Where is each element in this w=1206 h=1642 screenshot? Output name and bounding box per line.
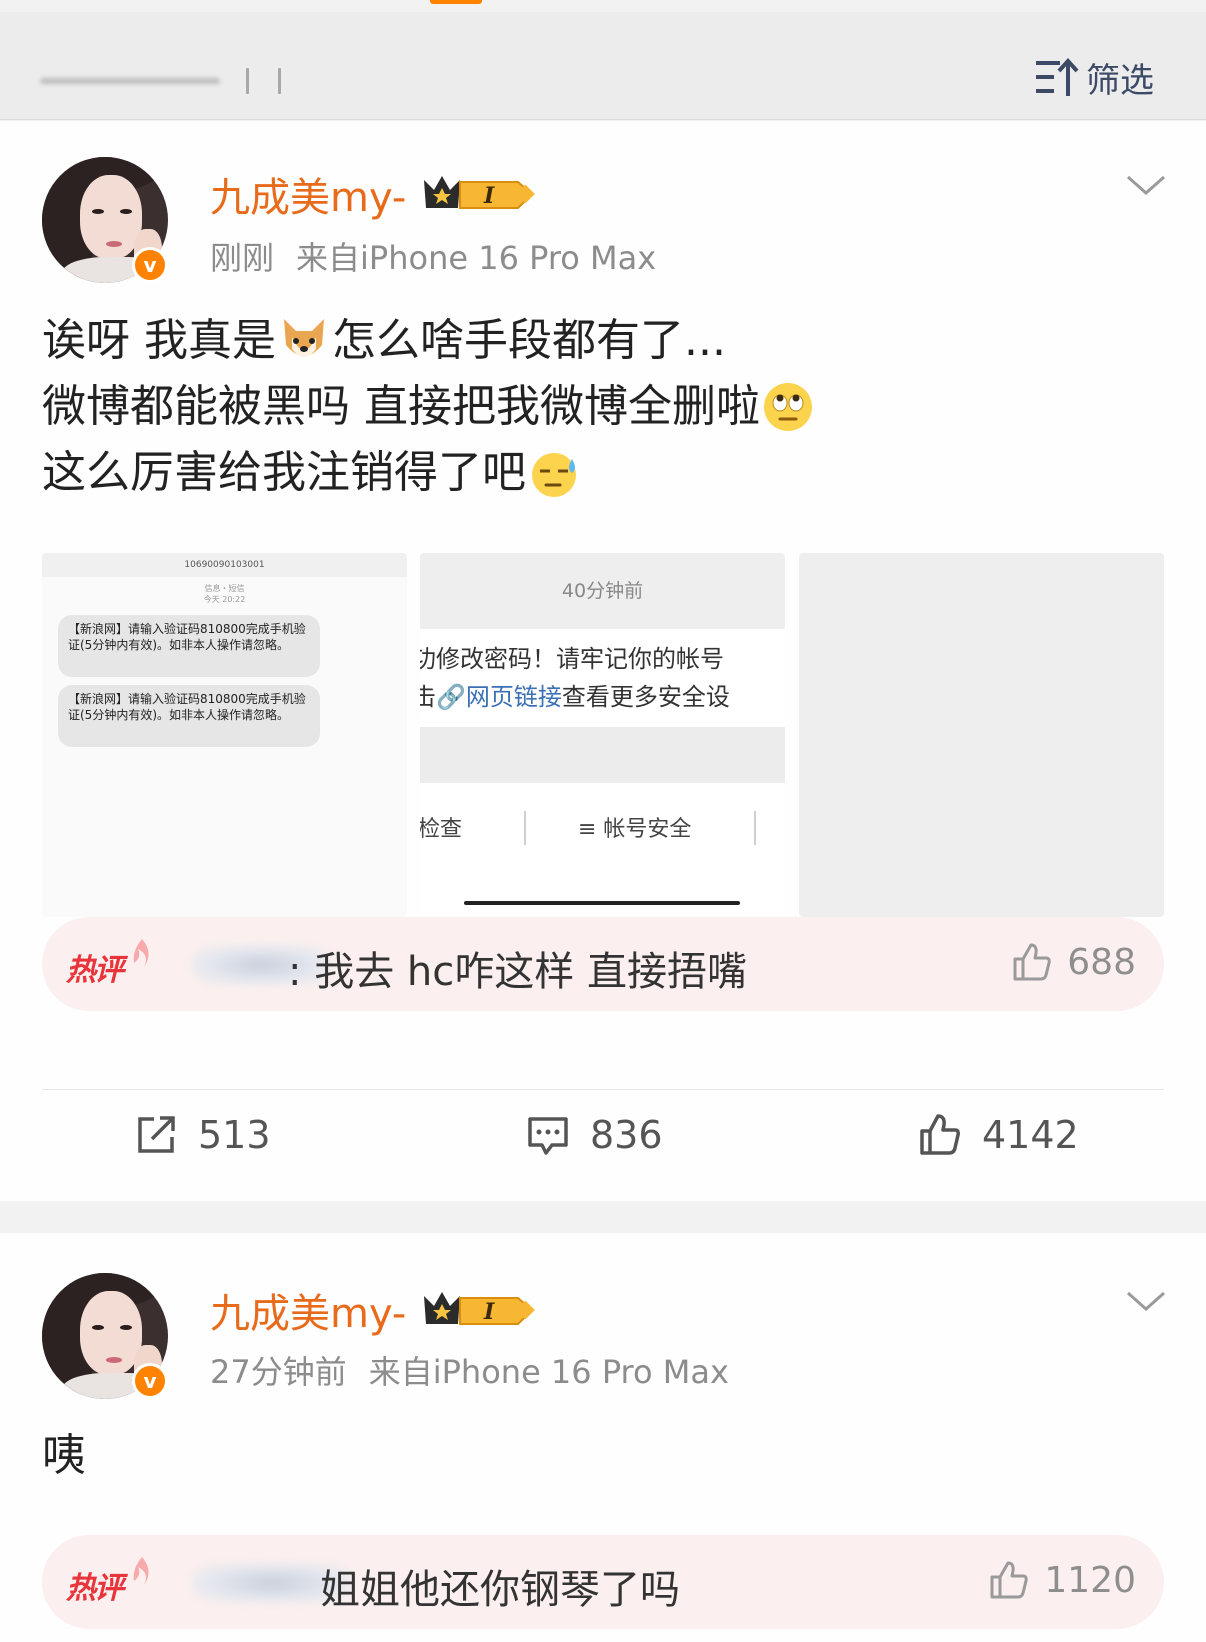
vip-crown-badge-icon: I (424, 176, 536, 209)
svg-text:I: I (483, 183, 495, 209)
divider (42, 1089, 1164, 1090)
post-meta: 刚刚 来自iPhone 16 Pro Max (210, 233, 656, 279)
repost-count: 513 (198, 1113, 271, 1157)
post-card: v 九成美my- I 27分钟前 来自iPhone 16 Pro Max 咦 热… (0, 1233, 1206, 1642)
post-text-line: 怎么啥手段都有了... (332, 315, 726, 366)
flame-icon (133, 939, 149, 967)
repost-icon (138, 1116, 175, 1153)
filter-bar: 筛选 (0, 12, 1206, 120)
post-card: v 九成美my- I 刚刚 来自iPhone 16 Pro Max 诶呀 我真是 (0, 121, 1206, 1201)
chevron-down-icon[interactable] (1124, 1287, 1168, 1315)
action-bar: 513 836 4142 (0, 1091, 1206, 1201)
hot-comment-text: : 我去 hc咋这样 直接捂嘴 (288, 949, 747, 995)
screenshot-text: 查看更多安全设 (561, 683, 730, 711)
svg-text:I: I (483, 1299, 495, 1325)
username-text: 九成美my- (210, 175, 407, 221)
screenshot-tabs: 检查 ≡ 帐号安全 (420, 811, 785, 847)
screenshot-time: 40分钟前 (420, 553, 785, 629)
screenshot-tab: 检查 (420, 817, 463, 842)
screenshot-line: 功修改密码！请牢记你的帐号 (420, 645, 724, 673)
hot-comment-like-button[interactable]: 688 (1011, 941, 1136, 983)
post-text-line: 微博都能被黑吗 直接把我微博全删啦 (42, 381, 760, 432)
sms-sub-label: 信息・短信 (204, 584, 245, 593)
post-time: 刚刚 (210, 239, 275, 277)
screenshot-tab: ≡ 帐号安全 (578, 817, 692, 842)
repost-button[interactable]: 513 (134, 1113, 271, 1157)
filter-button[interactable]: 筛选 (1034, 52, 1154, 102)
sms-screenshot-image[interactable]: 10690090103001 信息・短信 今天 20:22 【新浪网】请输入验证… (42, 553, 407, 917)
username[interactable]: 九成美my- I (210, 1285, 538, 1337)
like-count: 4142 (982, 1113, 1079, 1157)
hot-comment-like-count: 688 (1067, 941, 1136, 983)
post-text-line: 这么厉害给我注销得了吧 (42, 447, 526, 498)
hot-tag-text: 热评 (66, 1571, 124, 1606)
chevron-down-icon[interactable] (1124, 171, 1168, 199)
screenshot-gray-band (420, 727, 785, 783)
comment-icon (528, 1117, 568, 1155)
flame-icon (133, 1557, 149, 1585)
filter-label: 筛选 (1086, 60, 1154, 101)
eye-roll-emoji-icon (764, 383, 812, 431)
hot-comment-tag: 热评 (66, 1555, 158, 1609)
sms-message: 【新浪网】请输入验证码810800完成手机验证(5分钟内有效)。如非本人操作请忽… (58, 685, 320, 747)
post-text: 诶呀 我真是 怎么啥手段都有了... 微博都能被黑吗 直接把我微博全删啦 这么厉… (42, 308, 816, 506)
thumbs-up-icon (990, 1561, 1029, 1599)
hot-comment-text: 姐姐他还你钢琴了吗 (320, 1567, 680, 1613)
image-grid: 10690090103001 信息・短信 今天 20:22 【新浪网】请输入验证… (42, 553, 1164, 917)
blank-image[interactable] (799, 553, 1164, 917)
filter-sort-icon (1036, 58, 1079, 96)
screenshot-line: 击🔗网页链接查看更多安全设 (420, 677, 730, 712)
post-meta: 27分钟前 来自iPhone 16 Pro Max (210, 1347, 729, 1393)
sms-message: 【新浪网】请输入验证码810800完成手机验证(5分钟内有效)。如非本人操作请忽… (58, 615, 320, 677)
post-time: 27分钟前 (210, 1353, 347, 1391)
verified-badge-icon: v (132, 1363, 168, 1399)
post-text: 咦 (42, 1423, 86, 1489)
verified-badge-icon: v (132, 247, 168, 283)
hot-comment-like-button[interactable]: 1120 (988, 1559, 1136, 1601)
username[interactable]: 九成美my- I (210, 169, 538, 221)
post-text-line: 咦 (42, 1430, 86, 1481)
sms-sub: 信息・短信 今天 20:22 (42, 583, 407, 605)
link-icon: 🔗 (436, 683, 466, 711)
web-link: 网页链接 (465, 683, 562, 711)
hot-tag-text: 热评 (66, 953, 124, 988)
post-source: 来自iPhone 16 Pro Max (296, 239, 657, 277)
screenshot-text: 击 (420, 683, 436, 711)
comment-count: 836 (590, 1113, 663, 1157)
doge-icon (284, 319, 324, 357)
post-text-line: 诶呀 我真是 (42, 315, 276, 366)
active-tab-indicator (430, 0, 482, 4)
hot-comment[interactable]: 热评 : 我去 hc咋这样 直接捂嘴 688 (42, 917, 1164, 1011)
like-button[interactable]: 4142 (918, 1113, 1079, 1157)
thumbs-up-icon (1013, 943, 1051, 981)
sms-sender: 10690090103001 (42, 553, 407, 577)
vip-crown-badge-icon: I (424, 1292, 536, 1325)
hot-comment[interactable]: 热评 姐姐他还你钢琴了吗 1120 (42, 1535, 1164, 1629)
username-text: 九成美my- (210, 1291, 407, 1337)
comment-button[interactable]: 836 (526, 1113, 663, 1157)
security-screenshot-image[interactable]: 40分钟前 功修改密码！请牢记你的帐号 击🔗网页链接查看更多安全设 检查 ≡ 帐… (420, 553, 785, 917)
hot-comment-tag: 热评 (66, 937, 158, 991)
post-source: 来自iPhone 16 Pro Max (368, 1353, 729, 1391)
thumbs-up-icon (920, 1114, 960, 1155)
sms-sub-time: 今天 20:22 (203, 595, 246, 604)
blurred-header-label (40, 68, 281, 94)
home-indicator (464, 901, 740, 905)
sweat-emoji-icon (532, 453, 576, 497)
hot-comment-like-count: 1120 (1044, 1559, 1136, 1601)
status-strip (0, 0, 1206, 12)
